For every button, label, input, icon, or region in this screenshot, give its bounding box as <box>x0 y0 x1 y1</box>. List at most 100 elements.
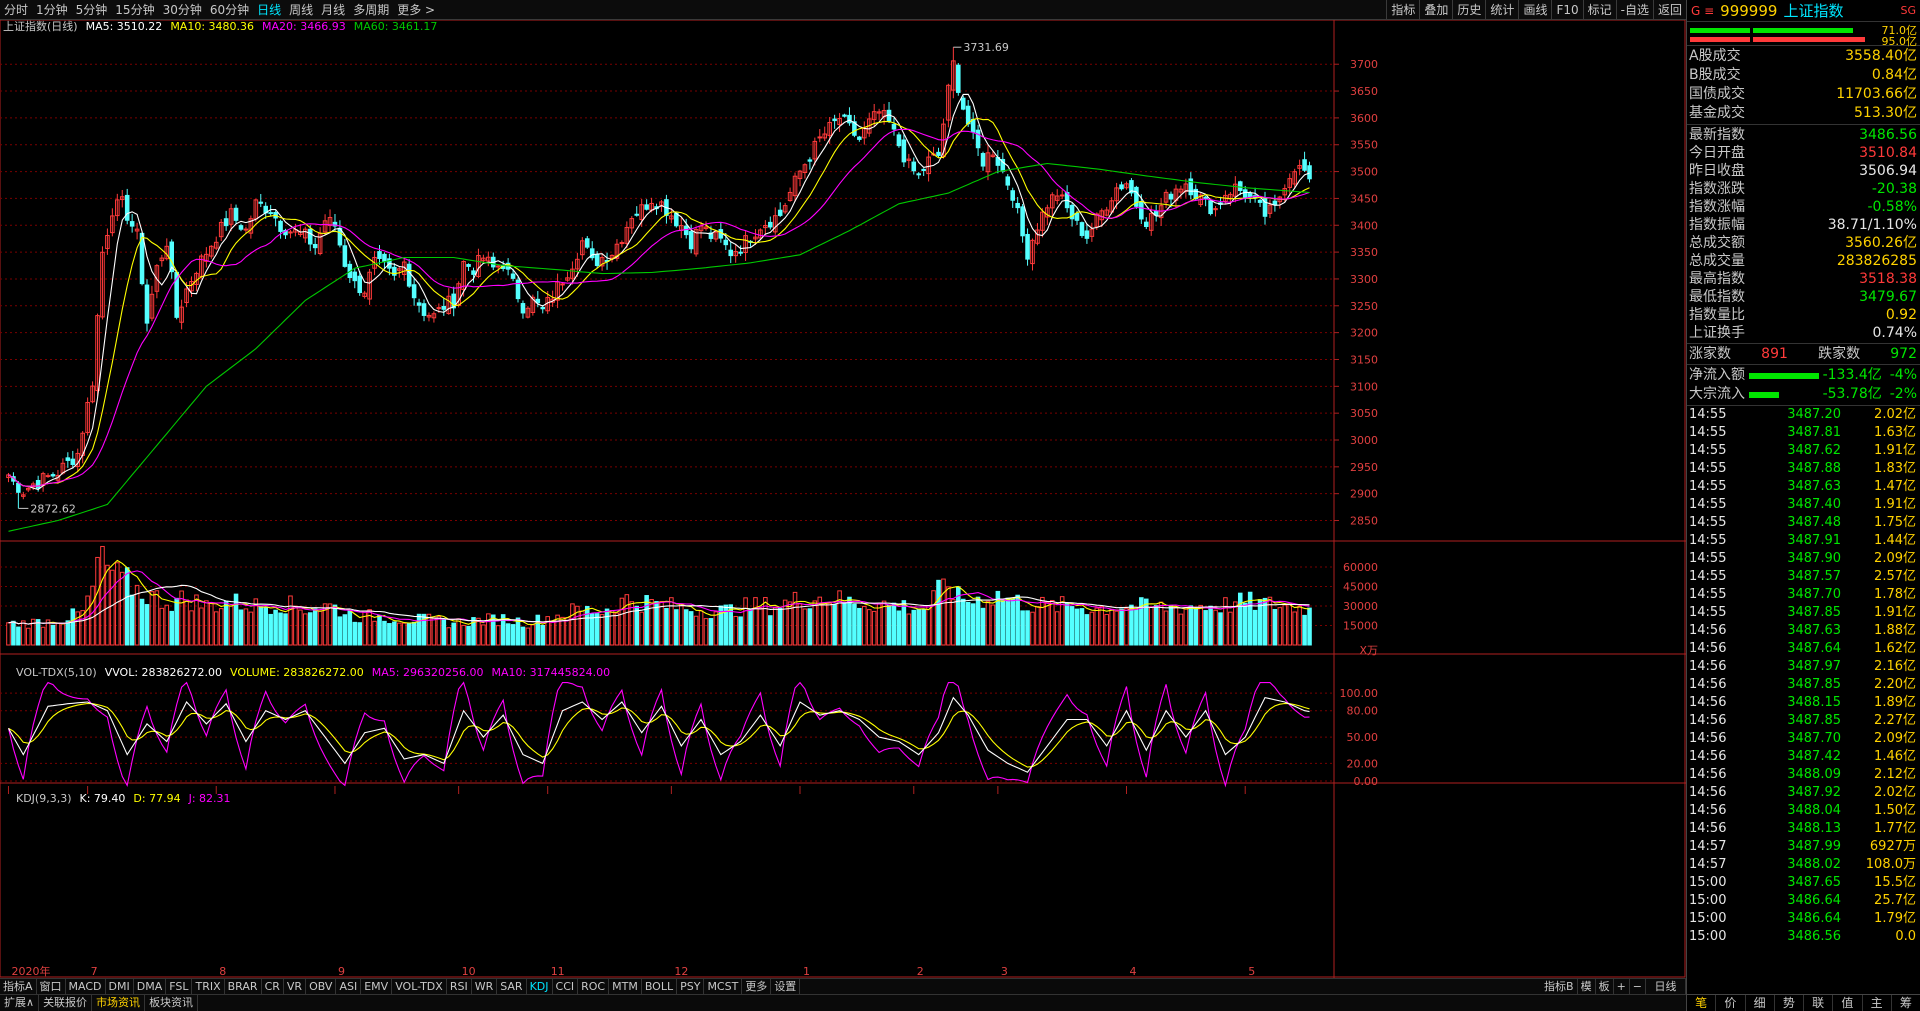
period-tab-6[interactable]: 日线 <box>253 0 285 20</box>
quote-tab-2[interactable]: 细 <box>1746 995 1775 1011</box>
chart-area[interactable]: 3700 3650 3600 3550 3500 3450 3400 3350 3300 3250… <box>0 20 1686 978</box>
indicator-tab-psy-22[interactable]: PSY <box>677 979 705 994</box>
tick-row[interactable]: 14:56 3487.42 1.46亿 <box>1687 748 1920 766</box>
tick-row[interactable]: 15:00 3486.64 1.79亿 <box>1687 910 1920 928</box>
tick-row[interactable]: 14:56 3488.09 2.12亿 <box>1687 766 1920 784</box>
tick-row[interactable]: 14:55 3487.62 1.91亿 <box>1687 442 1920 460</box>
tick-row[interactable]: 15:00 3486.64 25.7亿 <box>1687 892 1920 910</box>
indicator-tab-dmi-3[interactable]: DMI <box>106 979 134 994</box>
indicator-right-tab-2[interactable]: 板 <box>1596 979 1614 994</box>
tick-row[interactable]: 14:56 3487.70 2.09亿 <box>1687 730 1920 748</box>
tool-button-item-7[interactable]: -自选 <box>1615 0 1653 20</box>
tick-row[interactable]: 15:00 3487.65 15.5亿 <box>1687 874 1920 892</box>
tick-row[interactable]: 14:56 3487.85 2.27亿 <box>1687 712 1920 730</box>
period-tab-3[interactable]: 15分钟 <box>111 0 158 20</box>
indicator-tab-item-1[interactable]: 窗口 <box>37 979 66 994</box>
period-tab-10[interactable]: 更多 > <box>393 0 439 20</box>
period-tab-2[interactable]: 5分钟 <box>72 0 112 20</box>
tick-row[interactable]: 14:57 3487.99 6927万 <box>1687 838 1920 856</box>
quote-tab-4[interactable]: 联 <box>1804 995 1834 1011</box>
period-tab-7[interactable]: 周线 <box>285 0 317 20</box>
tick-row[interactable]: 14:56 3487.92 2.02亿 <box>1687 784 1920 802</box>
tool-button-f10-5[interactable]: F10 <box>1551 0 1582 20</box>
indicator-tab-trix-6[interactable]: TRIX <box>192 979 225 994</box>
volume-bar <box>688 611 694 646</box>
indicator-tab-vol-tdx-13[interactable]: VOL-TDX <box>392 979 447 994</box>
period-indicator[interactable]: 日线 <box>1646 979 1686 994</box>
period-tab-5[interactable]: 60分钟 <box>206 0 253 20</box>
period-tab-8[interactable]: 月线 <box>317 0 349 20</box>
tick-row[interactable]: 14:56 3488.04 1.50亿 <box>1687 802 1920 820</box>
info-tab-0[interactable]: 扩展∧ <box>0 995 40 1011</box>
tick-row[interactable]: 14:55 3487.20 2.02亿 <box>1687 406 1920 424</box>
tick-row[interactable]: 15:00 3486.56 0.0 <box>1687 928 1920 946</box>
tick-row[interactable]: 14:56 3487.85 2.20亿 <box>1687 676 1920 694</box>
tick-row[interactable]: 14:56 3488.15 1.89亿 <box>1687 694 1920 712</box>
indicator-tab-cci-18[interactable]: CCI <box>553 979 579 994</box>
quote-tab-3[interactable]: 势 <box>1775 995 1804 1011</box>
indicator-tab-a-0[interactable]: 指标A <box>0 979 37 994</box>
tick-row[interactable]: 14:55 3487.63 1.47亿 <box>1687 478 1920 496</box>
indicator-right-tab-3[interactable]: + <box>1614 979 1630 994</box>
indicator-tab-mtm-20[interactable]: MTM <box>609 979 642 994</box>
indicator-tab-sar-16[interactable]: SAR <box>497 979 527 994</box>
period-tab-0[interactable]: 分时 <box>0 0 32 20</box>
indicator-tab-item-24[interactable]: 更多 <box>742 979 772 994</box>
tick-list[interactable]: 14:55 3487.20 2.02亿 14:55 3487.81 1.63亿 14:55 3… <box>1687 406 1920 946</box>
volume-bar <box>456 618 461 646</box>
indicator-right-tab-4[interactable]: − <box>1630 979 1646 994</box>
tool-button-item-0[interactable]: 指标 <box>1386 0 1419 20</box>
tool-button-item-2[interactable]: 历史 <box>1452 0 1485 20</box>
quote-tab-5[interactable]: 值 <box>1833 995 1863 1011</box>
tick-row[interactable]: 14:56 3488.13 1.77亿 <box>1687 820 1920 838</box>
chart-canvas[interactable]: 3700365036003550350034503400335033003250… <box>0 20 1686 978</box>
quote-tab-0[interactable]: 笔 <box>1687 995 1717 1011</box>
tick-row[interactable]: 14:55 3487.70 1.78亿 <box>1687 586 1920 604</box>
indicator-tab-boll-21[interactable]: BOLL <box>642 979 678 994</box>
tick-row[interactable]: 14:55 3487.48 1.75亿 <box>1687 514 1920 532</box>
info-tab-1[interactable]: 关联报价 <box>39 995 93 1011</box>
indicator-tab-brar-7[interactable]: BRAR <box>225 979 262 994</box>
indicator-tab-wr-15[interactable]: WR <box>472 979 498 994</box>
tick-row[interactable]: 14:55 3487.88 1.83亿 <box>1687 460 1920 478</box>
indicator-tab-dma-4[interactable]: DMA <box>134 979 167 994</box>
tool-button-item-4[interactable]: 画线 <box>1518 0 1551 20</box>
period-tab-4[interactable]: 30分钟 <box>159 0 206 20</box>
tool-button-item-3[interactable]: 统计 <box>1485 0 1518 20</box>
tick-row[interactable]: 14:55 3487.81 1.63亿 <box>1687 424 1920 442</box>
indicator-tab-obv-10[interactable]: OBV <box>306 979 337 994</box>
quote-tab-6[interactable]: 主 <box>1863 995 1892 1011</box>
period-tab-1[interactable]: 1分钟 <box>32 0 72 20</box>
indicator-tab-fsl-5[interactable]: FSL <box>166 979 193 994</box>
tick-row[interactable]: 14:55 3487.57 2.57亿 <box>1687 568 1920 586</box>
indicator-tab-rsi-14[interactable]: RSI <box>447 979 472 994</box>
indicator-right-tab-1[interactable]: 模 <box>1578 979 1596 994</box>
indicator-tab-asi-11[interactable]: ASI <box>336 979 362 994</box>
tick-row[interactable]: 14:55 3487.90 2.09亿 <box>1687 550 1920 568</box>
tick-row[interactable]: 14:56 3487.64 1.62亿 <box>1687 640 1920 658</box>
tool-button-item-8[interactable]: 返回 <box>1652 0 1686 20</box>
tool-button-item-1[interactable]: 叠加 <box>1419 0 1452 20</box>
indicator-tab-mcst-23[interactable]: MCST <box>704 979 743 994</box>
tick-row[interactable]: 14:55 3487.40 1.91亿 <box>1687 496 1920 514</box>
tick-row[interactable]: 14:55 3487.91 1.44亿 <box>1687 532 1920 550</box>
tick-row[interactable]: 14:57 3488.02 108.0万 <box>1687 856 1920 874</box>
quote-tab-1[interactable]: 价 <box>1716 995 1746 1011</box>
quote-tab-7[interactable]: 筹 <box>1892 995 1920 1011</box>
tick-row[interactable]: 14:56 3487.97 2.16亿 <box>1687 658 1920 676</box>
indicator-tab-macd-2[interactable]: MACD <box>66 979 106 994</box>
indicator-tab-item-25[interactable]: 设置 <box>771 979 801 994</box>
info-tab-2[interactable]: 市场资讯 <box>92 995 146 1011</box>
tick-row[interactable]: 14:55 3487.85 1.91亿 <box>1687 604 1920 622</box>
stat-value: 3506.94 <box>1859 163 1917 179</box>
indicator-tab-cr-8[interactable]: CR <box>262 979 284 994</box>
period-tab-9[interactable]: 多周期 <box>349 0 393 20</box>
info-tab-3[interactable]: 板块资讯 <box>145 995 199 1011</box>
indicator-tab-kdj-17[interactable]: KDJ <box>527 979 553 994</box>
tool-button-item-6[interactable]: 标记 <box>1582 0 1616 20</box>
indicator-tab-vr-9[interactable]: VR <box>284 979 307 994</box>
tick-row[interactable]: 14:56 3487.63 1.88亿 <box>1687 622 1920 640</box>
indicator-tab-emv-12[interactable]: EMV <box>361 979 393 994</box>
indicator-tab-roc-19[interactable]: ROC <box>578 979 610 994</box>
indicator-right-tab-0[interactable]: 指标B <box>1541 979 1578 994</box>
